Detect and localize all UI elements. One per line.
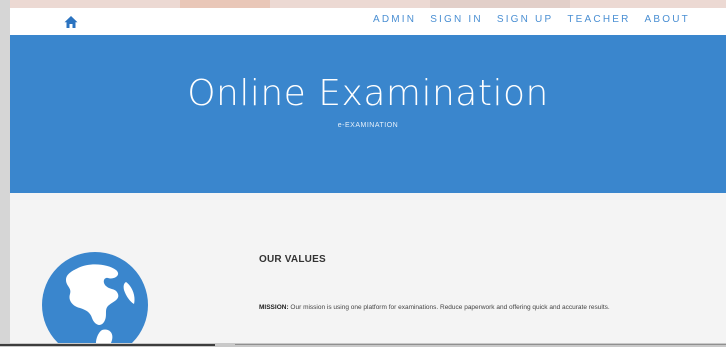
- bottom-divider: [235, 344, 726, 345]
- nav-links: ADMIN SIGN IN SIGN UP TEACHER ABOUT: [373, 14, 690, 25]
- bottom-divider: [0, 344, 215, 346]
- nav-sign-in-link[interactable]: SIGN IN: [430, 14, 483, 25]
- values-section: OUR VALUES MISSION: Our mission is using…: [10, 193, 726, 347]
- nav-teacher-link[interactable]: TEACHER: [567, 14, 630, 25]
- home-icon[interactable]: [63, 14, 79, 30]
- hero-banner: Online Examination e-EXAMINATION: [10, 35, 726, 193]
- hero-subtitle: e-EXAMINATION: [337, 122, 399, 129]
- mission-text: Our mission is using one platform for ex…: [288, 304, 610, 311]
- hero-title: Online Examination: [187, 73, 549, 114]
- values-heading: OUR VALUES: [259, 254, 326, 265]
- globe-icon: [42, 252, 148, 347]
- background-image-fragment: [430, 0, 570, 8]
- mission-statement: MISSION: Our mission is using one platfo…: [259, 302, 704, 313]
- mission-label: MISSION:: [259, 304, 289, 311]
- nav-sign-up-link[interactable]: SIGN UP: [497, 14, 554, 25]
- page: ADMIN SIGN IN SIGN UP TEACHER ABOUT Onli…: [10, 0, 726, 347]
- nav-admin-link[interactable]: ADMIN: [373, 14, 416, 25]
- nav-about-link[interactable]: ABOUT: [645, 14, 690, 25]
- background-image-fragment: [180, 0, 270, 8]
- navbar: ADMIN SIGN IN SIGN UP TEACHER ABOUT: [10, 8, 726, 35]
- background-strip: [10, 0, 726, 8]
